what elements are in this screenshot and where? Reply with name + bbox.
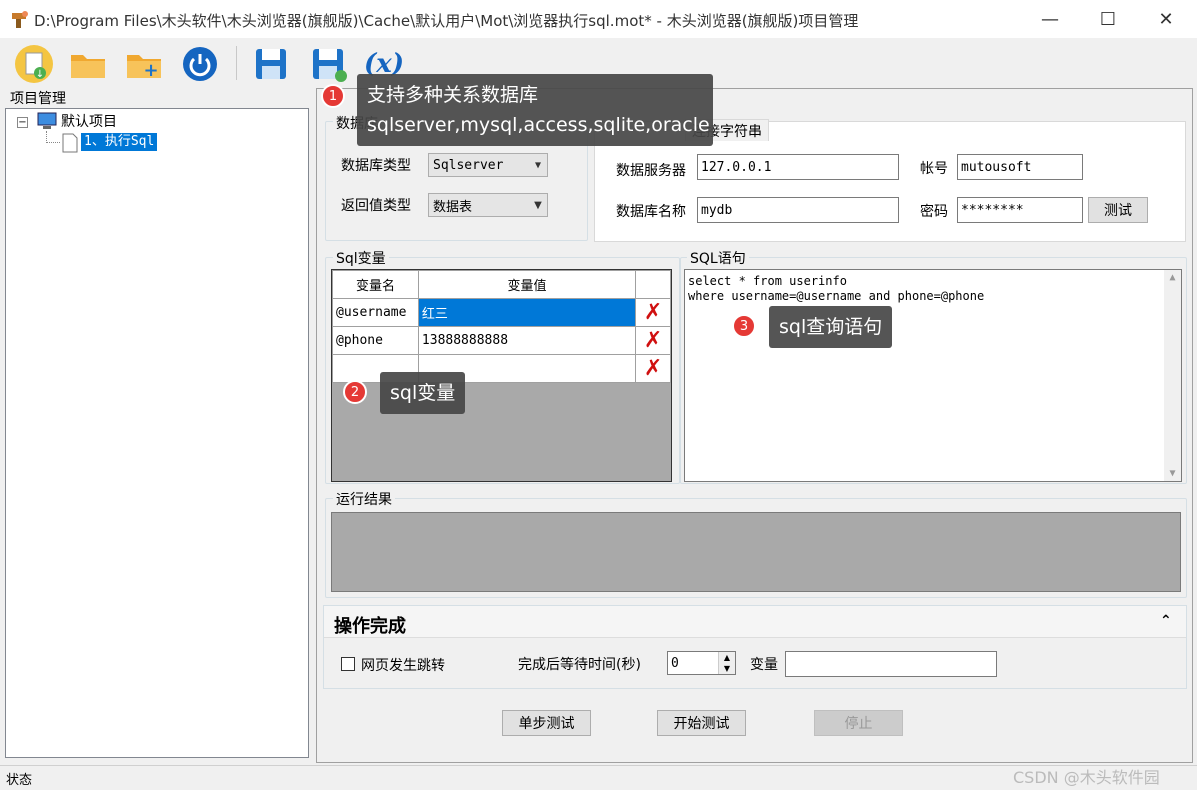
password-input[interactable]: ******** <box>957 197 1083 223</box>
account-label: 帐号 <box>920 161 948 177</box>
tree-item-exec-sql[interactable]: 1、执行Sql <box>81 133 158 151</box>
sql-line: where username=@username and phone=@phon… <box>688 289 985 303</box>
delete-icon[interactable]: ✗ <box>635 298 671 327</box>
save-icon[interactable] <box>249 42 293 86</box>
toolbar-separator <box>236 46 237 80</box>
new-project-icon[interactable]: ↓ <box>12 42 56 86</box>
password-label: 密码 <box>920 204 948 220</box>
var-input[interactable] <box>785 651 997 677</box>
callout-badge: 1 <box>321 84 345 108</box>
computer-icon <box>37 112 57 129</box>
tree-line <box>46 142 60 143</box>
project-manager-title: 项目管理 <box>10 91 66 107</box>
app-icon <box>12 11 28 28</box>
tooltip-sql-query: sql查询语句 <box>769 306 893 348</box>
var-label: 变量 <box>750 657 778 673</box>
dbname-label: 数据库名称 <box>616 204 686 220</box>
var-value-cell[interactable]: 13888888888 <box>417 326 637 355</box>
close-button[interactable]: ✕ <box>1137 0 1195 38</box>
test-connection-button[interactable]: 测试 <box>1088 197 1148 223</box>
tooltip-sql-vars: sql变量 <box>380 372 466 414</box>
delete-icon[interactable]: ✗ <box>635 326 671 355</box>
sql-vars-label: Sql变量 <box>333 248 389 268</box>
svg-text:+: + <box>143 60 158 81</box>
minimize-button[interactable]: — <box>1021 0 1079 38</box>
document-icon <box>62 133 78 153</box>
return-type-select[interactable]: 数据表 ▼ <box>428 193 548 217</box>
scrollbar[interactable]: ▲ ▼ <box>1164 270 1181 481</box>
stepper-arrows-icon[interactable]: ▲ ▼ <box>718 652 735 674</box>
status-text: 状态 <box>6 773 33 788</box>
add-folder-icon[interactable]: + <box>122 42 166 86</box>
chevron-up-icon[interactable]: ▲ <box>1164 270 1181 285</box>
account-input[interactable]: mutousoft <box>957 154 1083 180</box>
return-type-label: 返回值类型 <box>341 198 411 214</box>
server-label: 数据服务器 <box>616 163 686 179</box>
status-bar: 状态 CSDN @木头软件园 <box>0 765 1197 790</box>
return-type-value: 数据表 <box>433 199 473 215</box>
server-input[interactable]: 127.0.0.1 <box>697 154 899 180</box>
chevron-down-icon[interactable]: ▼ <box>1164 466 1181 481</box>
watermark: CSDN @木头软件园 <box>1013 768 1160 787</box>
wait-label: 完成后等待时间(秒) <box>518 657 641 673</box>
chevron-down-icon: ▼ <box>534 159 542 171</box>
col-header-name: 变量名 <box>332 270 419 299</box>
db-type-label: 数据库类型 <box>341 158 411 174</box>
power-icon[interactable] <box>178 42 222 86</box>
col-header-delete <box>635 270 671 299</box>
step-test-button[interactable]: 单步测试 <box>502 710 591 736</box>
tooltip-line: 支持多种关系数据库 <box>367 84 539 106</box>
tree-expander[interactable]: − <box>17 117 28 128</box>
project-tree[interactable]: − 默认项目 1、执行Sql <box>5 108 309 758</box>
dbname-input[interactable]: mydb <box>697 197 899 223</box>
result-area[interactable] <box>331 512 1181 592</box>
tree-root-label[interactable]: 默认项目 <box>61 111 117 131</box>
callout-badge: 3 <box>732 314 756 338</box>
var-name-cell[interactable]: @phone <box>332 326 419 355</box>
table-row[interactable]: @username 红三 ✗ <box>332 298 671 327</box>
maximize-button[interactable]: ☐ <box>1079 0 1137 38</box>
callout-badge: 2 <box>343 380 367 404</box>
delete-icon[interactable]: ✗ <box>635 354 671 383</box>
result-label: 运行结果 <box>333 489 395 509</box>
sql-line: select * from userinfo <box>688 274 847 288</box>
var-name-cell[interactable]: @username <box>332 298 419 327</box>
jump-label: 网页发生跳转 <box>361 658 445 674</box>
window-title: D:\Program Files\木头软件\木头浏览器(旗舰版)\Cache\默… <box>34 12 859 30</box>
operation-title: 操作完成 <box>334 616 406 637</box>
save-as-icon[interactable] <box>306 42 350 86</box>
svg-text:↓: ↓ <box>36 69 44 80</box>
tooltip-databases: 支持多种关系数据库 sqlserver,mysql,access,sqlite,… <box>357 74 713 146</box>
title-bar: D:\Program Files\木头软件\木头浏览器(旗舰版)\Cache\默… <box>0 0 1197 38</box>
chevron-down-icon: ▼ <box>534 199 542 211</box>
collapse-icon[interactable]: ⌃ <box>1160 613 1172 629</box>
col-header-value: 变量值 <box>417 270 637 299</box>
tooltip-line: sqlserver,mysql,access,sqlite,oracle <box>367 114 710 136</box>
db-type-value: Sqlserver <box>433 157 504 173</box>
stop-button[interactable]: 停止 <box>814 710 903 736</box>
table-row[interactable]: @phone 13888888888 ✗ <box>332 326 671 355</box>
grid-header-row: 变量名 变量值 <box>332 270 671 299</box>
sql-editor[interactable]: select * from userinfo where username=@u… <box>684 269 1182 482</box>
start-test-button[interactable]: 开始测试 <box>657 710 746 736</box>
open-folder-icon[interactable] <box>66 42 110 86</box>
sql-statement-label: SQL语句 <box>687 248 749 268</box>
wait-value: 0 <box>671 655 679 671</box>
editor-panel: 数据库 数据库类型 Sqlserver▼ 返回值类型 数据表▼ 连接字符串 数据… <box>316 88 1193 763</box>
var-value-cell[interactable]: 红三 <box>417 298 637 327</box>
db-type-select[interactable]: Sqlserver ▼ <box>428 153 548 177</box>
jump-checkbox[interactable] <box>341 657 355 671</box>
operation-header <box>324 606 1186 638</box>
